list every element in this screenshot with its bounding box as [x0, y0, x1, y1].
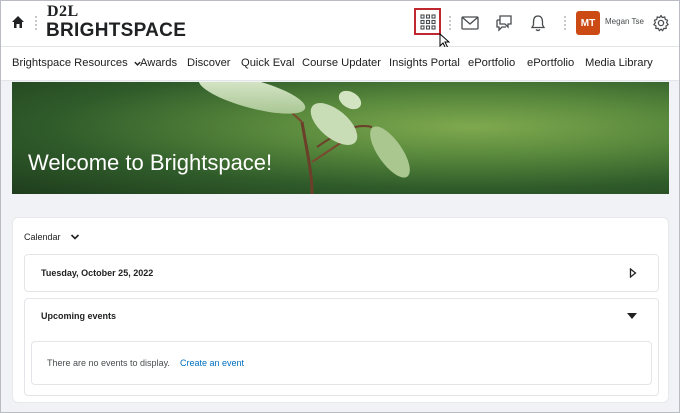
header-separator [564, 16, 566, 32]
calendar-widget: Calendar Tuesday, October 25, 2022 Upcom… [12, 217, 669, 403]
calendar-title: Calendar [24, 232, 61, 242]
expand-right-arrow-icon[interactable] [629, 268, 637, 278]
collapse-down-triangle-icon[interactable] [626, 312, 638, 320]
events-empty-state: There are no events to display. Create a… [31, 341, 652, 385]
welcome-banner: Welcome to Brightspace! [12, 82, 669, 194]
header-separator [35, 16, 37, 32]
course-selector-grid-icon[interactable] [414, 8, 441, 35]
nav-insights-portal[interactable]: Insights Portal [389, 57, 460, 69]
home-icon[interactable] [11, 15, 27, 31]
empty-message: There are no events to display. [47, 358, 170, 368]
upcoming-events-panel: Upcoming events There are no events to d… [24, 298, 659, 396]
create-event-link[interactable]: Create an event [180, 358, 244, 368]
navbar: Brightspace Resources Awards Discover Qu… [1, 47, 679, 81]
banner-title: Welcome to Brightspace! [28, 150, 273, 175]
mail-icon[interactable] [460, 13, 480, 33]
d2l-logo[interactable]: D2L [47, 3, 79, 21]
nav-discover[interactable]: Discover [187, 57, 231, 69]
nav-media-library[interactable]: Media Library [585, 57, 653, 69]
nav-awards[interactable]: Awards [140, 57, 177, 69]
nav-brightspace-resources[interactable]: Brightspace Resources [12, 57, 142, 69]
nav-eportfolio-2[interactable]: ePortfolio [527, 57, 574, 69]
nav-course-updater[interactable]: Course Updater [302, 57, 381, 69]
notifications-bell-icon[interactable] [528, 13, 548, 33]
nav-quick-eval[interactable]: Quick Eval [241, 57, 294, 69]
header-separator [449, 16, 451, 32]
upcoming-events-title: Upcoming events [41, 311, 117, 321]
user-name[interactable]: Megan Tse [605, 17, 644, 26]
calendar-date-panel[interactable]: Tuesday, October 25, 2022 [24, 254, 659, 292]
banner-plant-image [198, 82, 410, 194]
nav-label: Brightspace Resources [12, 57, 128, 69]
settings-gear-icon[interactable] [651, 13, 671, 33]
chevron-down-icon[interactable] [70, 232, 80, 242]
calendar-date: Tuesday, October 25, 2022 [41, 268, 154, 278]
brightspace-logo[interactable]: BRIGHTSPACE [46, 20, 186, 42]
messages-icon[interactable] [494, 13, 514, 33]
avatar[interactable]: MT [576, 11, 600, 35]
nav-eportfolio[interactable]: ePortfolio [468, 57, 515, 69]
top-header: D2L BRIGHTSPACE MT Megan Tse [1, 1, 679, 47]
